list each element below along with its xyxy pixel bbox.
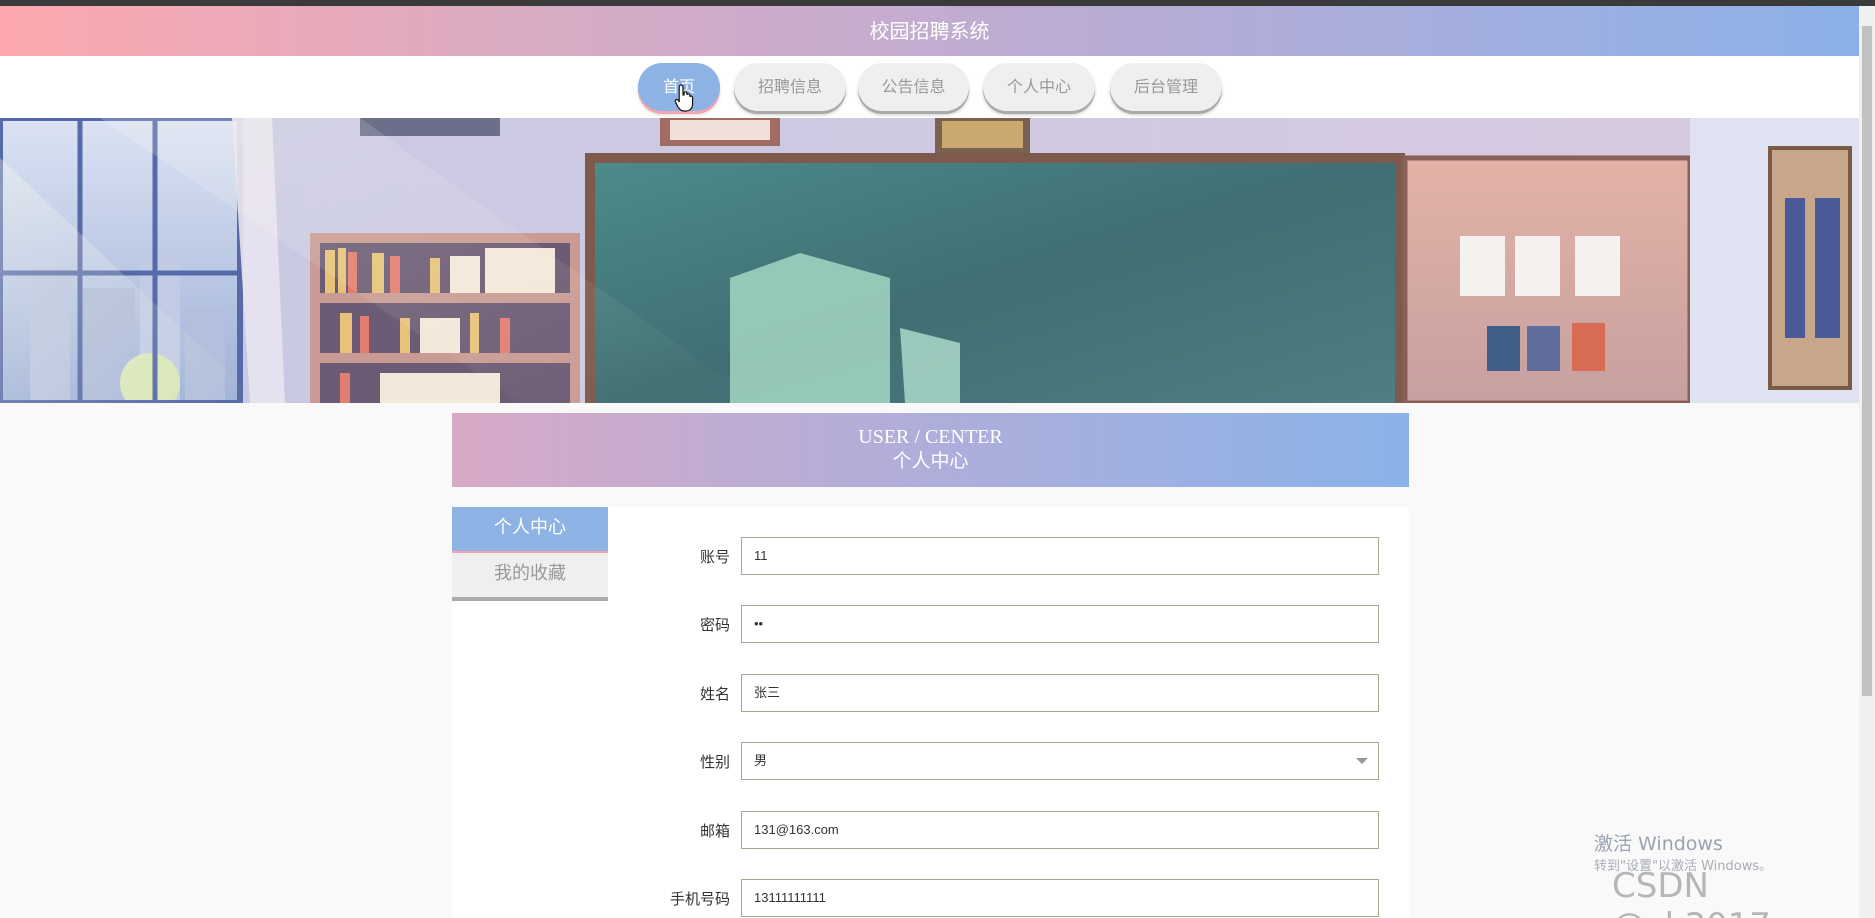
email-field[interactable]: 131@163.com — [741, 811, 1379, 849]
section-subtitle: 个人中心 — [892, 451, 969, 472]
user-center-header: USER / CENTER 个人中心 — [452, 413, 1409, 487]
phone-label: 手机号码 — [669, 890, 730, 908]
account-field[interactable]: 11 — [741, 537, 1379, 575]
gender-select[interactable]: 男 — [741, 742, 1379, 780]
site-title: 校园招聘系统 — [0, 6, 1859, 56]
phone-field[interactable]: 13111111111 — [741, 879, 1379, 917]
main-nav: 首页 招聘信息 公告信息 个人中心 后台管理 — [0, 56, 1859, 118]
password-field[interactable]: •• — [741, 605, 1379, 643]
nav-personal-center[interactable]: 个人中心 — [983, 63, 1095, 111]
account-label: 账号 — [699, 548, 730, 566]
page: 校园招聘系统 首页 招聘信息 公告信息 个人中心 后台管理 — [0, 0, 1875, 918]
gender-label: 性别 — [699, 753, 730, 771]
sidebar-item-personal-center[interactable]: 个人中心 — [452, 507, 608, 551]
scroll-thumb[interactable] — [1862, 26, 1872, 696]
nav-announcements[interactable]: 公告信息 — [858, 63, 969, 111]
page-scrollbar[interactable] — [1859, 6, 1875, 918]
hand-cursor-icon — [674, 84, 694, 112]
gender-value: 男 — [754, 753, 768, 768]
section-title: USER / CENTER — [858, 426, 1003, 448]
nav-recruitment-info[interactable]: 招聘信息 — [734, 63, 846, 111]
windows-activation-title: 激活 Windows — [1594, 833, 1723, 855]
name-field[interactable]: 张三 — [741, 674, 1379, 712]
nav-admin[interactable]: 后台管理 — [1110, 63, 1222, 111]
name-label: 姓名 — [699, 685, 730, 703]
classroom-illustration — [0, 118, 1859, 403]
csdn-watermark: CSDN @ck3017 — [1612, 866, 1771, 918]
hero-banner — [0, 118, 1859, 403]
email-label: 邮箱 — [699, 822, 730, 840]
password-label: 密码 — [699, 616, 730, 634]
chevron-down-icon — [1356, 758, 1368, 764]
